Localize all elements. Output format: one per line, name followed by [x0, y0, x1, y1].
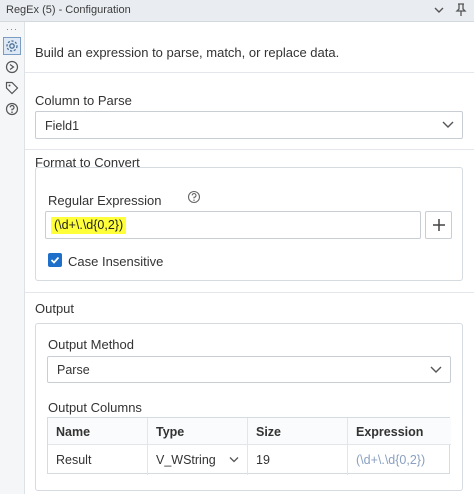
- tag-icon[interactable]: [3, 79, 21, 97]
- regular-expression-input[interactable]: (\d+\.\d{0,2}): [45, 211, 421, 239]
- divider: [25, 292, 474, 293]
- configuration-panel: Build an expression to parse, match, or …: [25, 22, 474, 494]
- chevron-down-icon: [229, 457, 239, 463]
- add-expression-button[interactable]: [425, 211, 452, 239]
- plus-icon: [432, 219, 445, 231]
- check-icon: [50, 256, 60, 264]
- output-method-label: Output Method: [48, 337, 134, 352]
- output-columns-label: Output Columns: [48, 400, 142, 415]
- chevron-down-icon: [430, 366, 442, 373]
- column-to-parse-select[interactable]: Field1: [35, 111, 463, 139]
- navigate-icon[interactable]: [3, 58, 21, 76]
- case-insensitive-label: Case Insensitive: [68, 254, 164, 269]
- output-method-value: Parse: [57, 363, 90, 377]
- divider: [25, 149, 474, 150]
- cell-type-value: V_WString: [156, 453, 216, 467]
- column-header-name: Name: [48, 418, 148, 445]
- output-columns-table: Name Type Size Expression Result V_WStri…: [47, 417, 451, 475]
- cell-size[interactable]: 19: [248, 445, 348, 475]
- gear-icon[interactable]: [3, 37, 21, 55]
- case-insensitive-checkbox[interactable]: [48, 253, 62, 267]
- cell-type-select[interactable]: V_WString: [148, 445, 248, 475]
- divider: [25, 72, 474, 73]
- pin-icon[interactable]: [453, 2, 469, 18]
- column-to-parse-value: Field1: [45, 119, 80, 133]
- column-to-parse-label: Column to Parse: [35, 93, 132, 108]
- column-header-size: Size: [248, 418, 348, 445]
- tool-rail: ···: [0, 22, 25, 494]
- output-method-select[interactable]: Parse: [47, 356, 451, 383]
- output-label: Output: [35, 301, 75, 316]
- help-icon[interactable]: [3, 100, 21, 118]
- column-header-type: Type: [148, 418, 248, 445]
- title-bar: RegEx (5) - Configuration: [0, 0, 474, 22]
- cell-expression: (\d+\.\d{0,2}): [356, 453, 426, 467]
- chevron-down-icon: [442, 121, 454, 128]
- column-header-expression: Expression: [348, 418, 451, 445]
- help-icon[interactable]: [187, 190, 201, 204]
- chevron-down-icon[interactable]: [431, 2, 447, 18]
- intro-text: Build an expression to parse, match, or …: [35, 45, 340, 60]
- regular-expression-label: Regular Expression: [48, 193, 162, 208]
- cell-name[interactable]: Result: [48, 445, 148, 475]
- window-title: RegEx (5) - Configuration: [6, 4, 131, 16]
- rail-grip: ···: [6, 24, 18, 34]
- regular-expression-value: (\d+\.\d{0,2}): [51, 217, 127, 234]
